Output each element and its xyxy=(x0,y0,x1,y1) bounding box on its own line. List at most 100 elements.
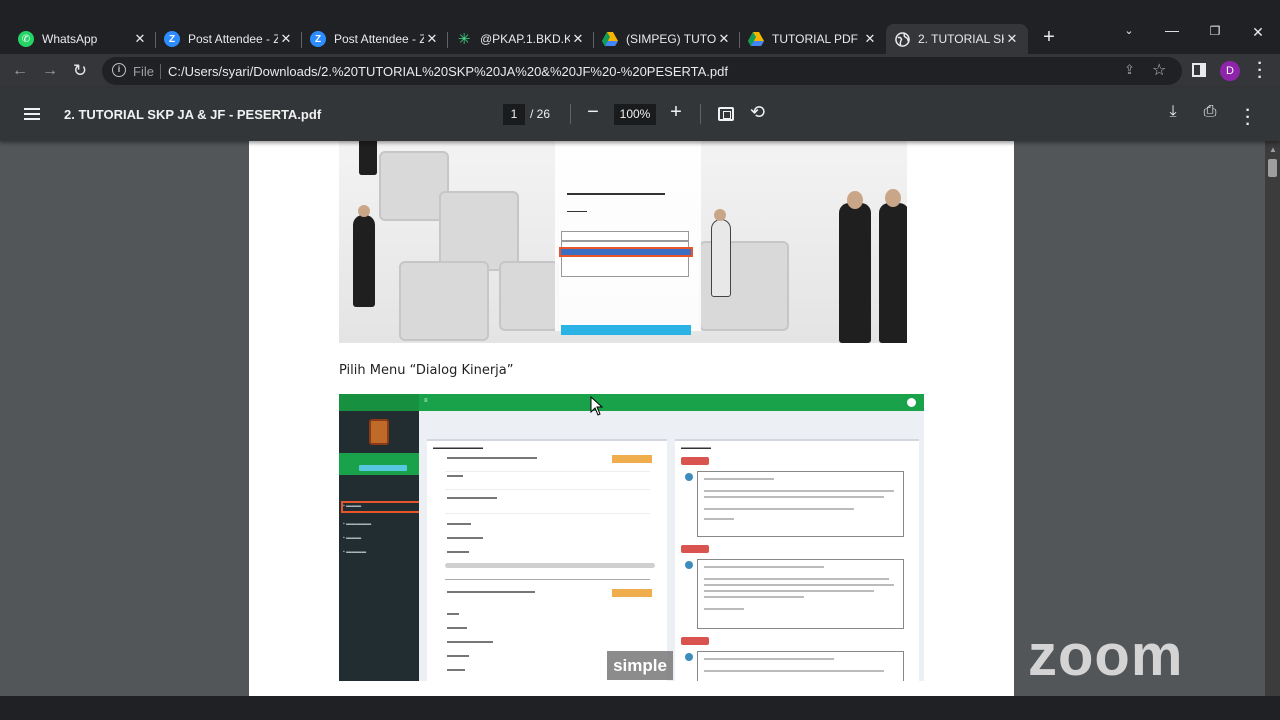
close-icon[interactable]: ✕ xyxy=(570,31,586,47)
url-text[interactable]: C:/Users/syari/Downloads/2.%20TUTORIAL%2… xyxy=(168,64,728,79)
share-icon[interactable]: ⇪ xyxy=(1124,62,1135,78)
tab-title: TUTORIAL PDF - xyxy=(772,32,862,46)
tab-search-chevron-icon[interactable]: ⌄ xyxy=(1117,24,1141,37)
address-toolbar: ← → ↻ i File C:/Users/syari/Downloads/2.… xyxy=(0,54,1280,88)
zoom-level-input[interactable]: 100% xyxy=(614,104,656,125)
sidebar-item: ▪ ▬▬▬▬ xyxy=(343,549,367,555)
businesswoman-figure xyxy=(353,215,375,307)
row-label xyxy=(447,669,465,671)
close-icon[interactable]: ✕ xyxy=(862,31,878,47)
row-label xyxy=(447,497,497,499)
tab-tutorial-skp-active[interactable]: 2. TUTORIAL SKP ✕ xyxy=(886,24,1028,54)
row-line xyxy=(445,471,650,472)
bookmark-star-icon[interactable]: ☆ xyxy=(1152,60,1166,80)
fit-page-icon[interactable] xyxy=(718,107,734,121)
rotate-icon[interactable]: ⟲ xyxy=(750,102,765,123)
pdf-viewer[interactable]: Pilih Menu “Dialog Kinerja” ≡ ▪ ▬▬▬ ▪ ▬▬… xyxy=(0,141,1280,696)
announcement-icon xyxy=(685,561,693,569)
row-label xyxy=(447,475,463,477)
pushing-man-figure xyxy=(711,219,731,297)
scheme-label: File xyxy=(133,64,154,79)
businessman-pointing-figure xyxy=(839,203,871,343)
forward-button[interactable]: → xyxy=(40,61,60,81)
status-panel: ▬▬▬▬▬▬▬▬▬▬ xyxy=(427,439,667,681)
highlighted-option xyxy=(559,247,693,257)
print-icon[interactable]: ⎙ xyxy=(1200,103,1220,121)
minimize-button[interactable]: — xyxy=(1160,22,1184,38)
tab-pkap[interactable]: ✳ @PKAP.1.BKD.KA ✕ xyxy=(448,24,594,54)
reload-button[interactable]: ↻ xyxy=(70,61,90,81)
tab-post-attendee-2[interactable]: Z Post Attendee - Z ✕ xyxy=(302,24,448,54)
date-badge xyxy=(681,637,709,645)
download-icon[interactable]: ⤓ xyxy=(1163,103,1183,121)
address-bar[interactable]: i File C:/Users/syari/Downloads/2.%20TUT… xyxy=(102,57,1182,85)
close-icon[interactable]: ✕ xyxy=(278,31,294,47)
scroll-up-icon[interactable]: ▲ xyxy=(1269,145,1277,154)
user-icon xyxy=(907,398,916,407)
announcement-icon xyxy=(685,473,693,481)
user-panel xyxy=(339,453,419,475)
row-label xyxy=(447,523,471,525)
close-icon[interactable]: ✕ xyxy=(424,31,440,47)
zoom-out-button[interactable]: − xyxy=(583,101,603,124)
tab-title: 2. TUTORIAL SKP xyxy=(918,32,1004,46)
card-line xyxy=(704,478,774,480)
menu-highlight-box xyxy=(341,501,428,513)
puzzle-piece xyxy=(499,261,559,331)
row-label xyxy=(447,537,483,539)
close-window-button[interactable]: ✕ xyxy=(1246,24,1270,41)
pdf-more-icon[interactable]: · · · xyxy=(1243,103,1253,133)
browser-menu-icon[interactable]: · · · xyxy=(1255,56,1265,86)
tab-tutorial-pdf[interactable]: TUTORIAL PDF - ✕ xyxy=(740,24,886,54)
scroll-thumb[interactable] xyxy=(1268,159,1277,177)
login-illustration-image xyxy=(339,141,907,343)
document-caption: Pilih Menu “Dialog Kinerja” xyxy=(339,363,514,378)
browser-window: ✆ WhatsApp ✕ Z Post Attendee - Z ✕ Z Pos… xyxy=(0,0,1280,720)
puzzle-piece xyxy=(439,191,519,271)
sidebar-item-dialog-kinerja: ▪ ▬▬▬▬▬ xyxy=(343,521,372,527)
close-icon[interactable]: ✕ xyxy=(716,31,732,47)
date-badge xyxy=(681,545,709,553)
side-panel-icon[interactable] xyxy=(1192,63,1206,77)
close-icon[interactable]: ✕ xyxy=(132,31,148,47)
head xyxy=(847,191,863,209)
edialog-screenshot: ≡ ▪ ▬▬▬ ▪ ▬▬▬▬▬ ▪ ▬▬▬ ▪ ▬▬▬▬ ▬▬▬▬▬▬▬▬▬▬ xyxy=(339,394,924,681)
announcement-icon xyxy=(685,653,693,661)
form-line xyxy=(567,211,587,212)
date-badge xyxy=(681,457,709,465)
card-line xyxy=(704,518,734,520)
new-tab-button[interactable]: + xyxy=(1038,27,1060,49)
restore-button[interactable]: ❐ xyxy=(1203,24,1227,38)
zoom-icon: Z xyxy=(310,31,326,47)
bottom-strip xyxy=(0,696,1280,720)
pdf-title: 2. TUTORIAL SKP JA & JF - PESERTA.pdf xyxy=(64,107,322,122)
row-label xyxy=(447,551,469,553)
mouse-cursor-icon xyxy=(590,396,604,416)
announcement-panel: ▬▬▬▬▬▬ xyxy=(675,439,919,681)
row-label xyxy=(447,591,535,593)
close-icon[interactable]: ✕ xyxy=(1004,31,1020,47)
card-line xyxy=(704,670,884,672)
back-button[interactable]: ← xyxy=(10,61,30,81)
info-icon[interactable]: i xyxy=(112,63,126,77)
tab-whatsapp[interactable]: ✆ WhatsApp ✕ xyxy=(10,24,156,54)
toggle-icon: ≡ xyxy=(424,398,428,404)
login-form-image xyxy=(555,141,701,335)
scroll-track xyxy=(445,563,655,568)
pdf-toolbar: 2. TUTORIAL SKP JA & JF - PESERTA.pdf 1 … xyxy=(0,88,1280,141)
businessman-figure xyxy=(879,203,907,343)
tab-post-attendee-1[interactable]: Z Post Attendee - Z ✕ xyxy=(156,24,302,54)
row-line xyxy=(445,513,650,514)
asterisk-icon: ✳ xyxy=(457,31,471,48)
viewer-scrollbar[interactable]: ▲ xyxy=(1265,141,1280,696)
announcement-card xyxy=(697,471,904,537)
menu-icon[interactable] xyxy=(24,108,40,120)
card-line xyxy=(704,566,824,568)
page-number-input[interactable]: 1 xyxy=(503,104,525,125)
tab-simpeg-tutorial[interactable]: (SIMPEG) TUTOR ✕ xyxy=(594,24,740,54)
announcement-card xyxy=(697,559,904,629)
profile-avatar[interactable]: D xyxy=(1220,61,1240,81)
card-line xyxy=(704,658,834,660)
zoom-in-button[interactable]: + xyxy=(666,101,686,124)
card-line xyxy=(704,490,894,492)
